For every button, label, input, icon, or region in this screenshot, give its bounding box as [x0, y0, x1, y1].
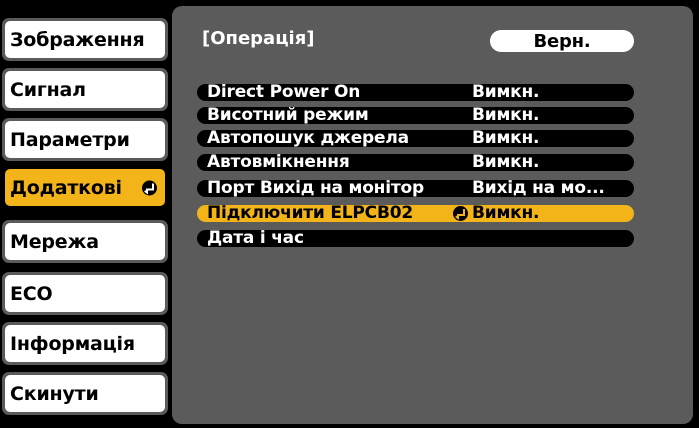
menu-tab-signal[interactable]: Сигнал — [2, 68, 168, 111]
menu-tab-eco[interactable]: ECO — [2, 272, 168, 315]
menu-tab-network[interactable]: Мережа — [2, 220, 168, 263]
setting-label: Порт Вихід на монітор — [207, 178, 424, 198]
setting-row-auto-power-on[interactable]: Автовмікнення Вимкн. — [197, 152, 634, 172]
panel-title: [Операція] — [202, 28, 315, 49]
setting-value: Вимкн. — [472, 82, 540, 102]
setting-value: Вимкн. — [472, 105, 540, 125]
back-button[interactable]: Верн. — [490, 30, 634, 52]
setting-label: Direct Power On — [207, 82, 361, 102]
menu-tab-label: Інформація — [10, 332, 135, 355]
setting-value: Вимкн. — [472, 203, 540, 223]
setting-label: Висотний режим — [207, 105, 369, 125]
setting-row-monitor-out-port[interactable]: Порт Вихід на монітор Вихід на мо... — [197, 178, 634, 198]
menu-tab-information[interactable]: Інформація — [2, 322, 168, 365]
menu-tab-label: ECO — [10, 282, 53, 305]
setting-value: Вимкн. — [472, 152, 540, 172]
menu-tab-extended[interactable]: Додаткові — [2, 166, 168, 209]
setting-row-date-time[interactable]: Дата і час — [197, 228, 634, 248]
menu-tab-label: Скинути — [10, 382, 99, 405]
setting-label: Підключити ELPCB02 — [207, 203, 413, 223]
menu-tab-settings[interactable]: Параметри — [2, 118, 168, 161]
menu-tab-label: Додаткові — [10, 176, 122, 199]
back-button-label: Верн. — [533, 30, 591, 52]
setting-label: Автопошук джерела — [207, 128, 409, 148]
menu-tab-image[interactable]: Зображення — [2, 18, 168, 61]
setting-row-direct-power-on[interactable]: Direct Power On Вимкн. — [197, 82, 634, 102]
setting-row-connect-elpcb02[interactable]: Підключити ELPCB02 Вимкн. — [197, 203, 634, 223]
enter-icon — [453, 206, 468, 221]
menu-tab-label: Зображення — [10, 28, 145, 51]
enter-icon — [142, 180, 157, 195]
setting-value: Вимкн. — [472, 128, 540, 148]
setting-label: Автовмікнення — [207, 152, 350, 172]
setting-row-high-altitude-mode[interactable]: Висотний режим Вимкн. — [197, 105, 634, 125]
projector-menu-screen: Зображення Сигнал Параметри Додаткові Ме… — [0, 0, 699, 428]
setting-row-auto-source-search[interactable]: Автопошук джерела Вимкн. — [197, 128, 634, 148]
menu-tab-reset[interactable]: Скинути — [2, 372, 168, 415]
menu-tab-label: Мережа — [10, 230, 99, 253]
setting-value: Вихід на мо... — [472, 178, 605, 198]
setting-label: Дата і час — [207, 228, 304, 248]
menu-tab-label: Сигнал — [10, 78, 86, 101]
menu-tab-label: Параметри — [10, 128, 130, 151]
